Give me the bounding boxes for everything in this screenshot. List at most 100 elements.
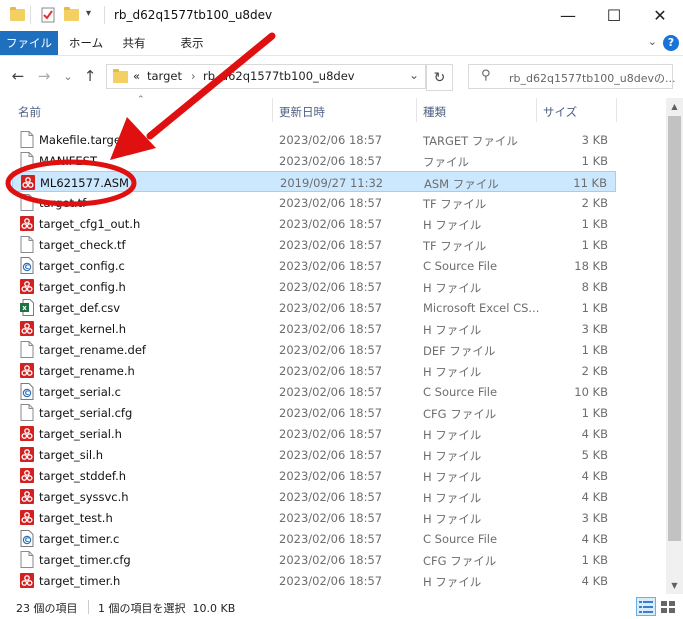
file-row[interactable]: Ctarget_timer.c 2023/02/06 18:57 C Source … — [12, 528, 616, 549]
large-icons-view-button[interactable] — [658, 597, 678, 616]
file-row[interactable]: Ctarget_serial.c 2023/02/06 18:57 C Source… — [12, 381, 616, 402]
file-row[interactable]: target_cfg1_out.h 2023/02/06 18:57 H ファイル 1… — [12, 213, 616, 234]
breadcrumb-target[interactable]: target — [147, 69, 182, 83]
item-count: 23 個の項目 — [16, 602, 78, 615]
file-name: target_serial.c — [39, 385, 121, 399]
blank-file-icon — [20, 404, 34, 421]
address-bar[interactable]: « target › rb_d62q1577tb100_u8dev ⌄ — [106, 64, 426, 89]
file-row[interactable]: ML621577.ASM 2019/09/27 11:32 ASM ファイル 11 K… — [12, 171, 616, 192]
column-date[interactable]: 更新日時 — [279, 104, 325, 120]
blank-file-icon — [20, 194, 34, 211]
file-row[interactable]: Makefile.target 2023/02/06 18:57 TARGET ファ… — [12, 129, 616, 150]
file-row[interactable]: target_syssvc.h 2023/02/06 18:57 H ファイル 4 K… — [12, 486, 616, 507]
svg-text:C: C — [25, 390, 30, 397]
tab-home[interactable]: ホーム — [64, 31, 108, 55]
column-divider[interactable] — [616, 98, 617, 122]
column-divider[interactable] — [536, 98, 537, 122]
file-name: target_serial.h — [39, 427, 122, 441]
file-date: 2023/02/06 18:57 — [279, 364, 383, 378]
blank-file-icon — [20, 341, 34, 358]
file-row[interactable]: Ctarget_config.c 2023/02/06 18:57 C Source… — [12, 255, 616, 276]
svg-text:C: C — [25, 264, 30, 271]
up-icon[interactable]: ↑ — [80, 66, 100, 86]
scroll-up-icon[interactable]: ▲ — [666, 98, 683, 115]
column-divider[interactable] — [272, 98, 273, 122]
blank-file-icon — [20, 131, 34, 148]
close-button[interactable]: ✕ — [637, 0, 683, 31]
file-row[interactable]: target_timer.cfg 2023/02/06 18:57 CFG ファイル… — [12, 549, 616, 570]
file-row[interactable]: target_stddef.h 2023/02/06 18:57 H ファイル 4 K… — [12, 465, 616, 486]
file-type: TARGET ファイル — [423, 134, 518, 148]
breadcrumb-separator[interactable]: › — [191, 69, 196, 83]
file-size: 8 KB — [581, 280, 608, 294]
refresh-button[interactable]: ↻ — [426, 64, 453, 91]
file-date: 2023/02/06 18:57 — [279, 238, 383, 252]
customize-toolbar-icon[interactable]: ▾ — [86, 8, 91, 26]
column-type[interactable]: 種類 — [423, 104, 446, 120]
file-size: 4 KB — [581, 469, 608, 483]
file-date: 2023/02/06 18:57 — [279, 553, 383, 567]
file-row[interactable]: x target_def.csv 2023/02/06 18:57 Microsoft… — [12, 297, 616, 318]
properties-icon[interactable] — [40, 7, 56, 25]
file-type: TF ファイル — [423, 197, 487, 211]
file-row[interactable]: target_sil.h 2023/02/06 18:57 H ファイル 5 KB — [12, 444, 616, 465]
file-row[interactable]: target.tf 2023/02/06 18:57 TF ファイル 2 KB — [12, 192, 616, 213]
file-name: target_stddef.h — [39, 469, 127, 483]
file-size: 3 KB — [581, 133, 608, 147]
file-size: 5 KB — [581, 448, 608, 462]
file-name: ML621577.ASM — [40, 176, 129, 190]
file-row[interactable]: target_config.h 2023/02/06 18:57 H ファイル 8 K… — [12, 276, 616, 297]
file-row[interactable]: target_rename.h 2023/02/06 18:57 H ファイル 2 K… — [12, 360, 616, 381]
file-type: H ファイル — [423, 218, 482, 232]
red-app-icon — [20, 425, 34, 442]
file-date: 2023/02/06 18:57 — [279, 133, 383, 147]
tab-file[interactable]: ファイル — [0, 31, 58, 55]
file-type: C Source File — [423, 385, 498, 399]
file-type: H ファイル — [423, 491, 482, 505]
new-folder-icon[interactable] — [64, 7, 79, 27]
file-row[interactable]: target_check.tf 2023/02/06 18:57 TF ファイル 1 … — [12, 234, 616, 255]
red-app-icon — [20, 215, 34, 232]
file-date: 2023/02/06 18:57 — [279, 343, 383, 357]
file-row[interactable]: target_kernel.h 2023/02/06 18:57 H ファイル 3 K… — [12, 318, 616, 339]
search-input[interactable]: ⚲ rb_d62q1577tb100_u8devの... — [468, 64, 676, 89]
status-bar: 23 個の項目 1 個の項目を選択 10.0 KB — [0, 595, 683, 619]
minimize-button[interactable]: — — [545, 0, 591, 31]
ribbon-expand-icon[interactable]: ⌄ — [648, 35, 657, 48]
red-app-icon — [20, 446, 34, 463]
column-size[interactable]: サイズ — [543, 104, 577, 120]
file-row[interactable]: target_rename.def 2023/02/06 18:57 DEF ファイ… — [12, 339, 616, 360]
file-type: C Source File — [423, 259, 498, 273]
file-row[interactable]: target_timer.h 2023/02/06 18:57 H ファイル 4 KB — [12, 570, 616, 591]
scrollbar-thumb[interactable] — [668, 116, 681, 541]
file-size: 3 KB — [581, 511, 608, 525]
forward-icon[interactable]: → — [34, 66, 54, 86]
file-size: 4 KB — [581, 427, 608, 441]
column-divider[interactable] — [416, 98, 417, 122]
back-icon[interactable]: ← — [8, 66, 28, 86]
recent-locations-icon[interactable]: ⌄ — [58, 66, 78, 86]
address-dropdown-icon[interactable]: ⌄ — [409, 68, 419, 82]
column-name[interactable]: 名前 — [18, 104, 41, 120]
file-row[interactable]: target_serial.cfg 2023/02/06 18:57 CFG ファイ… — [12, 402, 616, 423]
file-type: TF ファイル — [423, 239, 487, 253]
maximize-button[interactable]: ☐ — [591, 0, 637, 31]
vertical-scrollbar[interactable]: ▲ ▼ — [666, 98, 683, 594]
file-type: CFG ファイル — [423, 554, 497, 568]
details-view-button[interactable] — [636, 597, 656, 616]
tab-view[interactable]: 表示 — [172, 31, 212, 55]
divider — [30, 6, 31, 24]
file-row[interactable]: target_serial.h 2023/02/06 18:57 H ファイル 4 K… — [12, 423, 616, 444]
file-type: H ファイル — [423, 512, 482, 526]
file-size: 18 KB — [574, 259, 608, 273]
scroll-down-icon[interactable]: ▼ — [666, 577, 683, 594]
file-name: target.tf — [39, 196, 87, 210]
file-row[interactable]: MANIFEST 2023/02/06 18:57 ファイル 1 KB — [12, 150, 616, 171]
file-date: 2023/02/06 18:57 — [279, 196, 383, 210]
help-icon[interactable]: ? — [663, 35, 679, 51]
breadcrumb-current[interactable]: rb_d62q1577tb100_u8dev — [203, 69, 355, 83]
tab-share[interactable]: 共有 — [116, 31, 152, 55]
breadcrumb-overflow[interactable]: « — [133, 69, 140, 83]
file-row[interactable]: target_test.h 2023/02/06 18:57 H ファイル 3 KB — [12, 507, 616, 528]
search-placeholder: rb_d62q1577tb100_u8devの... — [509, 72, 676, 85]
